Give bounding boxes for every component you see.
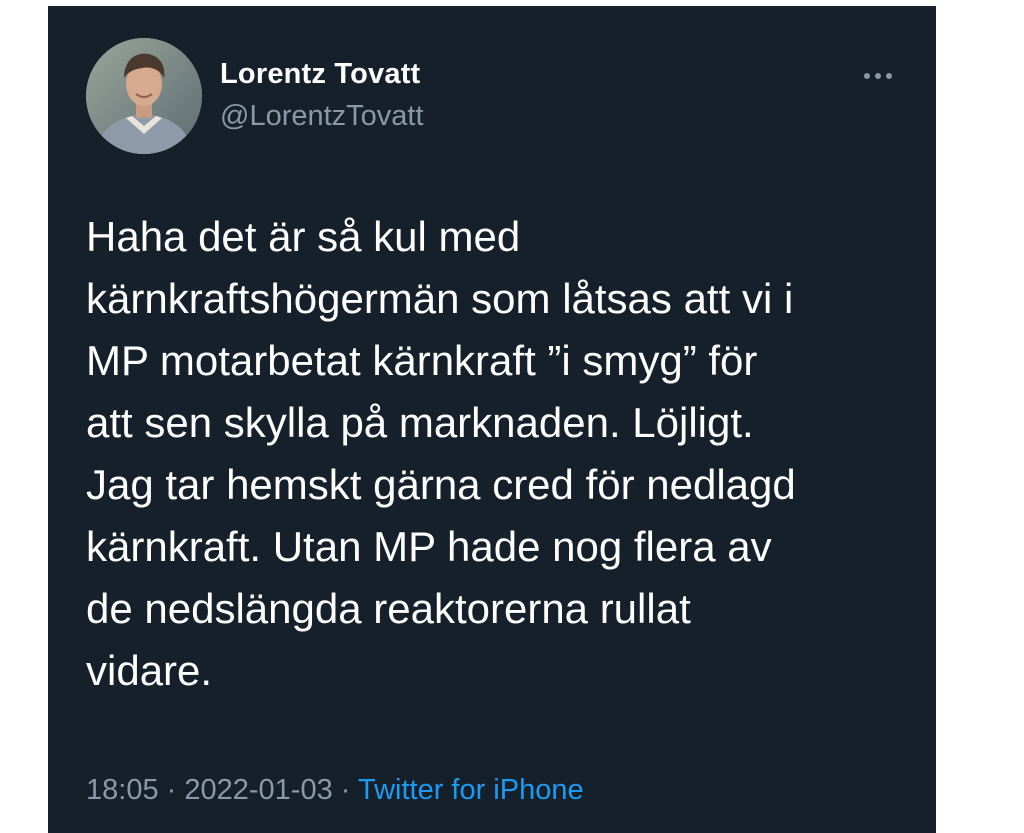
author-handle[interactable]: @LorentzTovatt	[220, 100, 424, 133]
tweet-text: Haha det är så kul med kärnkraftshögermä…	[86, 213, 796, 694]
avatar[interactable]	[86, 38, 202, 154]
author-display-name[interactable]: Lorentz Tovatt	[220, 58, 420, 91]
more-options-button[interactable]	[856, 62, 900, 90]
tweet-card: Lorentz Tovatt @LorentzTovatt Haha det ä…	[48, 6, 936, 833]
tweet-time[interactable]: 18:05	[86, 774, 159, 806]
tweet-source-link[interactable]: Twitter for iPhone	[358, 774, 584, 806]
avatar-image	[86, 38, 202, 154]
meta-separator: ·	[158, 774, 185, 806]
more-horizontal-icon	[864, 73, 892, 79]
meta-separator: ·	[332, 774, 358, 806]
tweet-date[interactable]: 2022-01-03	[184, 774, 332, 806]
tweet-meta: 18:05 · 2022-01-03 · Twitter for iPhone	[86, 774, 584, 807]
